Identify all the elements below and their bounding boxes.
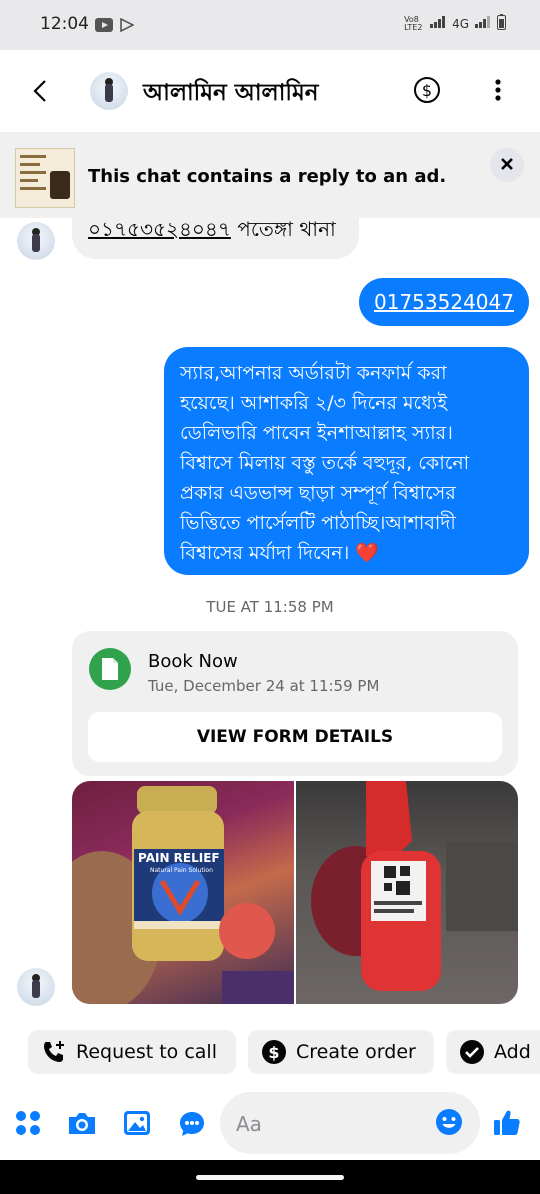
signal-icon-2 (475, 16, 491, 31)
emoji-icon[interactable] (435, 1108, 463, 1140)
thumbs-up-icon[interactable] (492, 1108, 522, 1142)
incoming-location: পতেঙ্গা থানা (230, 217, 336, 241)
request-to-call-label: Request to call (76, 1041, 217, 1063)
message-line: স্যার,আপনার অর্ডারটা কনফার্ম করা (180, 362, 447, 384)
gallery-icon[interactable] (123, 1110, 151, 1140)
contact-name[interactable]: আলামিন আলামিন (143, 74, 318, 113)
incoming-message-text[interactable]: ০১৭৫৩৫২৪০৪৭ পতেঙ্গা থানা (88, 215, 336, 248)
close-banner-button[interactable] (490, 148, 524, 182)
more-vertical-icon[interactable] (487, 76, 509, 104)
quick-actions-row: Request to call $ Create order Add (0, 1030, 540, 1076)
phone-plus-icon (40, 1038, 68, 1066)
ad-banner-text: This chat contains a reply to an ad. (88, 166, 447, 187)
message-line: প্রকার এডভান্স ছাড়া সম্পূর্ণ বিশ্বাসের (180, 482, 456, 504)
outgoing-long-bubble[interactable]: স্যার,আপনার অর্ডারটা কনফার্ম করা হয়েছে।… (164, 347, 529, 575)
contact-avatar[interactable] (90, 72, 128, 110)
composer-bar: Aa (0, 1090, 540, 1160)
pain-relief-label: PAIN RELIEF (138, 851, 220, 865)
product-photo-1-art (72, 786, 294, 1004)
play-store-icon (120, 17, 138, 33)
incoming-phone-link[interactable]: ০১৭৫৩৫২৪০৪৭ (88, 217, 231, 241)
message-line: বিশ্বাসে মিলায় বস্তু তর্কে বহুদূর, কোনো (180, 452, 470, 474)
message-timestamp: TUE AT 11:58 PM (206, 598, 334, 616)
chat-bubble-icon[interactable] (178, 1110, 206, 1142)
ad-reply-banner: This chat contains a reply to an ad. (0, 132, 540, 218)
view-form-details-label: VIEW FORM DETAILS (196, 727, 394, 747)
product-photo-2[interactable] (296, 781, 518, 1004)
form-title: Book Now (148, 651, 238, 672)
system-nav-bar (0, 1160, 540, 1194)
message-line: ডেলিভারি পাবেন ইনশাআল্লাহ স্যার। (180, 422, 453, 444)
svg-text:$: $ (422, 81, 432, 100)
message-line: হয়েছে। আশাকরি ২/৩ দিনের মধ্যেই (180, 392, 448, 414)
product-photo-1[interactable]: PAIN RELIEF Natural Pain Solution (72, 781, 294, 1004)
youtube-icon (95, 17, 113, 32)
message-input-placeholder: Aa (236, 1112, 262, 1136)
svg-text:$: $ (268, 1043, 279, 1062)
home-indicator[interactable] (196, 1175, 344, 1180)
pain-relief-sub: Natural Pain Solution (150, 867, 213, 874)
form-subtitle: Tue, December 24 at 11:59 PM (148, 677, 380, 695)
dollar-circle-icon[interactable]: $ (413, 76, 441, 104)
message-line: বিশ্বাসের মর্যাদা দিবেন। ❤️ (180, 542, 380, 564)
document-icon (89, 648, 131, 690)
request-to-call-chip[interactable]: Request to call (28, 1030, 236, 1074)
volte-label: Vo8 LTE2 (404, 14, 423, 32)
outgoing-phone-link[interactable]: 01753524047 (374, 290, 514, 314)
add-label: Add (494, 1041, 531, 1063)
sender-avatar-2[interactable] (17, 968, 55, 1006)
outgoing-phone-bubble[interactable]: 01753524047 (359, 278, 529, 326)
view-form-details-button[interactable]: VIEW FORM DETAILS (88, 712, 502, 762)
battery-icon (497, 14, 506, 33)
status-time: 12:04 (40, 14, 89, 34)
add-chip[interactable]: Add (446, 1030, 540, 1074)
ad-thumbnail[interactable] (15, 148, 75, 208)
signal-icon (430, 16, 446, 31)
back-arrow-icon[interactable] (26, 76, 56, 106)
sender-avatar[interactable] (17, 222, 55, 260)
close-icon (500, 156, 514, 175)
message-line: ভিত্তিতে পার্সেলটি পাঠাচ্ছি।আশাবাদী (180, 512, 456, 534)
create-order-chip[interactable]: $ Create order (248, 1030, 434, 1074)
create-order-label: Create order (296, 1041, 416, 1063)
apps-grid-icon[interactable] (15, 1110, 41, 1140)
status-right: Vo8 LTE2 4G (404, 14, 506, 33)
camera-icon[interactable] (67, 1110, 97, 1140)
chat-header: আলামিন আলামিন $ (0, 50, 540, 132)
status-bar: 12:04 Vo8 LTE2 4G (0, 0, 540, 50)
network-label: 4G (452, 16, 469, 31)
dollar-circle-icon: $ (260, 1038, 288, 1066)
product-photo-2-art (311, 781, 518, 991)
check-circle-icon (458, 1038, 486, 1066)
